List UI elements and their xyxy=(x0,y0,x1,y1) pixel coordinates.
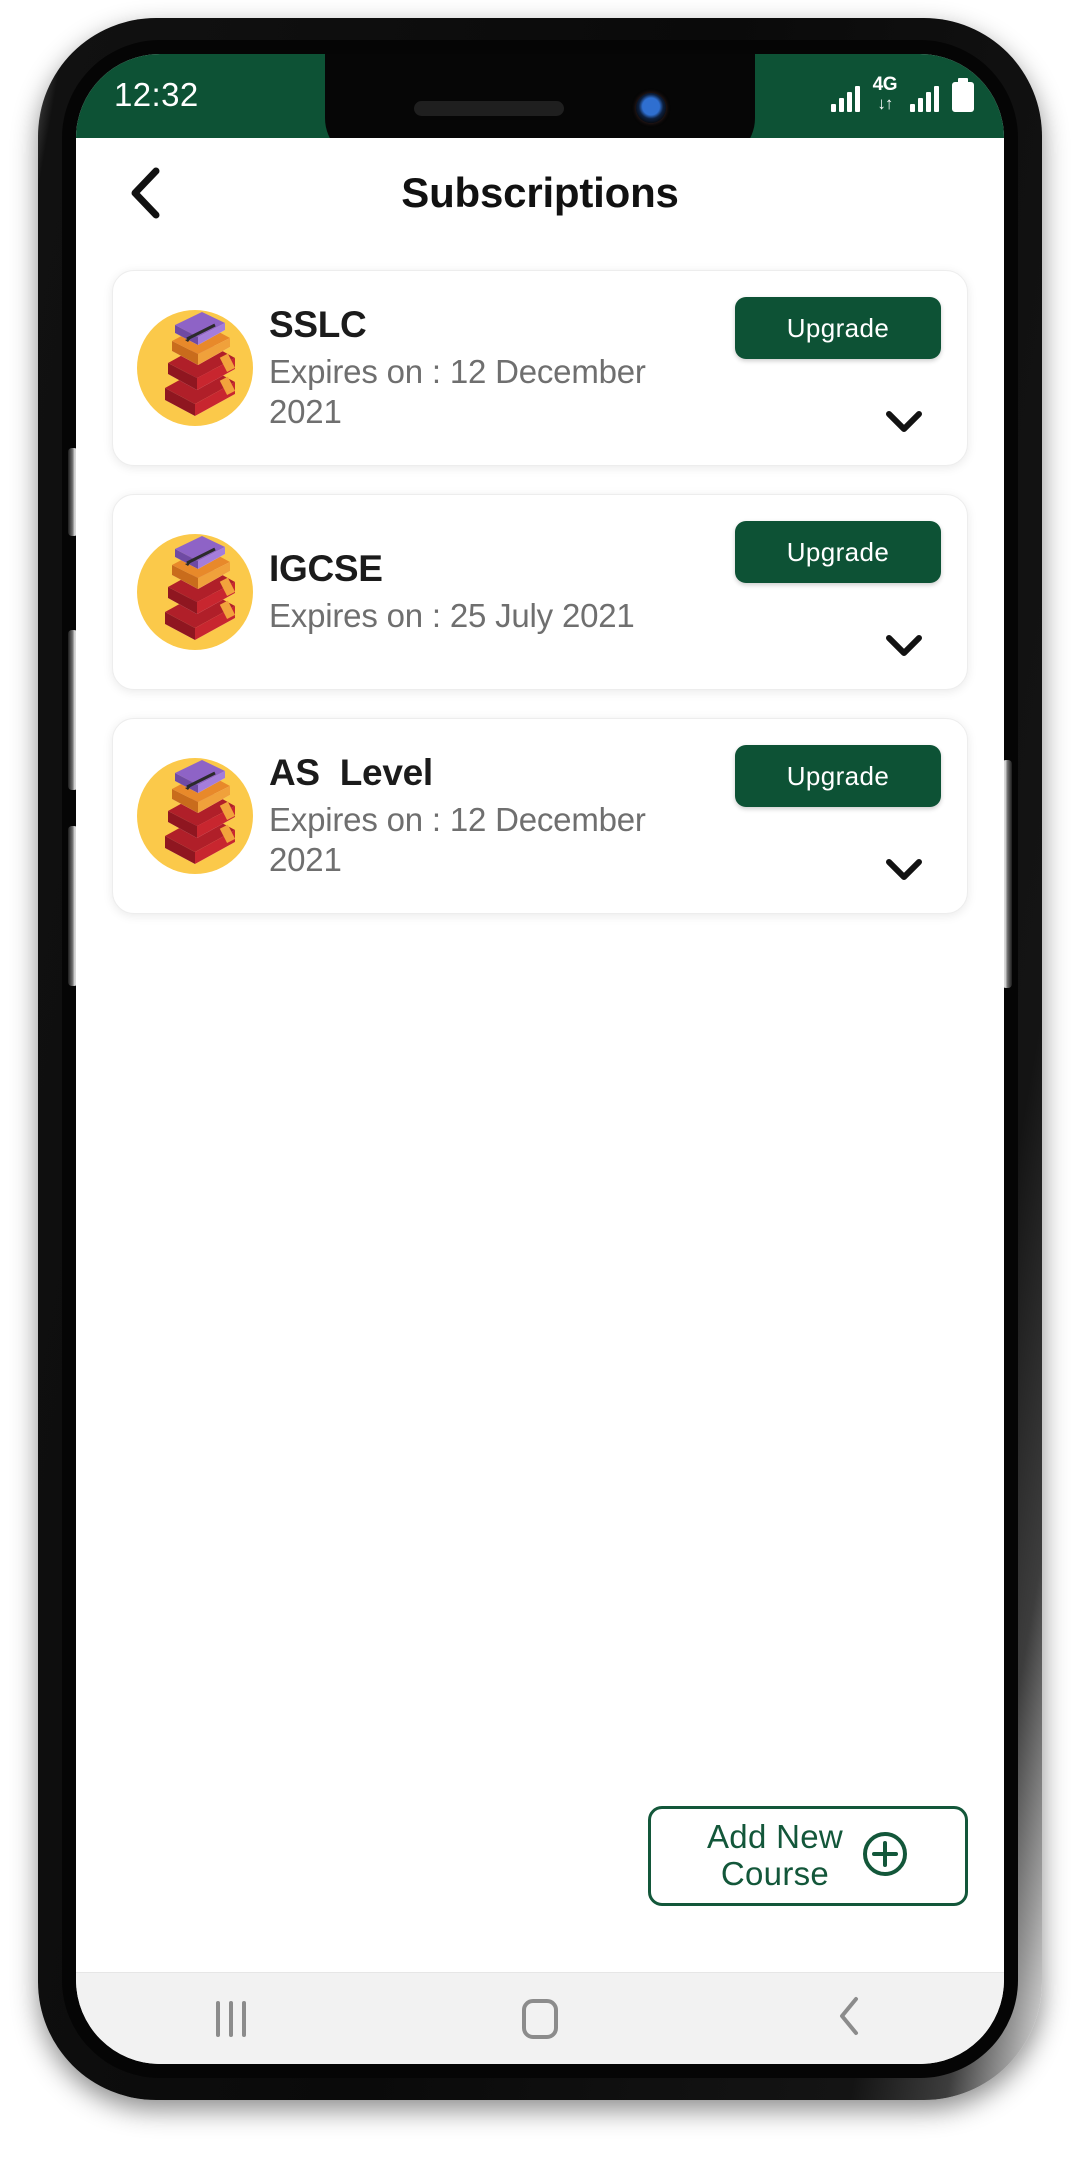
book-stack-icon xyxy=(135,756,255,876)
card-text-block: IGCSE Expires on : 25 July 2021 xyxy=(269,548,731,636)
app-header: Subscriptions xyxy=(76,138,1004,248)
android-nav-bar xyxy=(76,1972,1004,2064)
battery-icon xyxy=(952,81,974,112)
page-title: Subscriptions xyxy=(401,169,679,216)
course-expiry: Expires on : 12 December 2021 xyxy=(269,800,646,878)
back-icon xyxy=(836,1995,862,2042)
nav-home-button[interactable] xyxy=(480,1984,600,2054)
card-text-block: SSLC Expires on : 12 December 2021 xyxy=(269,304,731,433)
status-time: 12:32 xyxy=(114,75,199,113)
card-text-block: AS Level Expires on : 12 December 2021 xyxy=(269,752,731,881)
signal-bars-left-icon xyxy=(830,85,860,112)
status-icons-group: 4G ↓↑ xyxy=(830,73,974,118)
expand-toggle[interactable] xyxy=(881,631,927,665)
plus-circle-icon xyxy=(861,1830,909,1883)
subscription-card[interactable]: AS Level Expires on : 12 December 2021 U… xyxy=(112,718,968,914)
home-icon xyxy=(521,1998,558,2039)
card-actions: Upgrade xyxy=(731,495,941,689)
add-new-course-button[interactable]: Add New Course xyxy=(648,1806,968,1906)
course-name: IGCSE xyxy=(269,547,383,589)
signal-bars-right-icon xyxy=(910,85,939,112)
earpiece-speaker xyxy=(414,100,564,116)
upgrade-button[interactable]: Upgrade xyxy=(735,297,941,359)
course-expiry: Expires on : 25 July 2021 xyxy=(269,596,635,634)
upgrade-button[interactable]: Upgrade xyxy=(735,521,941,583)
subscriptions-list: SSLC Expires on : 12 December 2021 Upgra… xyxy=(76,248,1004,1972)
nav-recents-button[interactable] xyxy=(171,1984,291,2054)
course-name: SSLC xyxy=(269,303,367,345)
course-expiry: Expires on : 12 December 2021 xyxy=(269,352,646,430)
expand-toggle[interactable] xyxy=(881,855,927,889)
chevron-down-icon xyxy=(885,634,923,663)
phone-screen: 12:32 4G ↓↑ Subscriptions SSLC Expires o… xyxy=(76,54,1004,2064)
network-type-label: 4G xyxy=(872,73,898,95)
card-actions: Upgrade xyxy=(731,719,941,913)
chevron-left-icon xyxy=(128,167,162,219)
nav-back-button[interactable] xyxy=(789,1984,909,2054)
network-4g-icon: 4G ↓↑ xyxy=(872,73,898,113)
chevron-down-icon xyxy=(885,410,923,439)
recents-icon xyxy=(215,2000,246,2037)
data-transfer-arrows: ↓↑ xyxy=(877,93,893,113)
course-name: AS Level xyxy=(269,751,433,793)
expand-toggle[interactable] xyxy=(881,407,927,441)
subscription-card[interactable]: IGCSE Expires on : 25 July 2021 Upgrade xyxy=(112,494,968,690)
phone-frame: 12:32 4G ↓↑ Subscriptions SSLC Expires o… xyxy=(38,18,1042,2100)
chevron-down-icon xyxy=(885,858,923,887)
subscription-card[interactable]: SSLC Expires on : 12 December 2021 Upgra… xyxy=(112,270,968,466)
add-new-course-label: Add New Course xyxy=(706,1818,843,1892)
status-bar: 12:32 4G ↓↑ xyxy=(76,54,1004,162)
upgrade-button[interactable]: Upgrade xyxy=(735,745,941,807)
book-stack-icon xyxy=(135,308,255,428)
card-actions: Upgrade xyxy=(731,271,941,465)
book-stack-icon xyxy=(135,532,255,652)
front-camera-icon xyxy=(636,93,666,123)
back-button[interactable] xyxy=(118,166,172,220)
